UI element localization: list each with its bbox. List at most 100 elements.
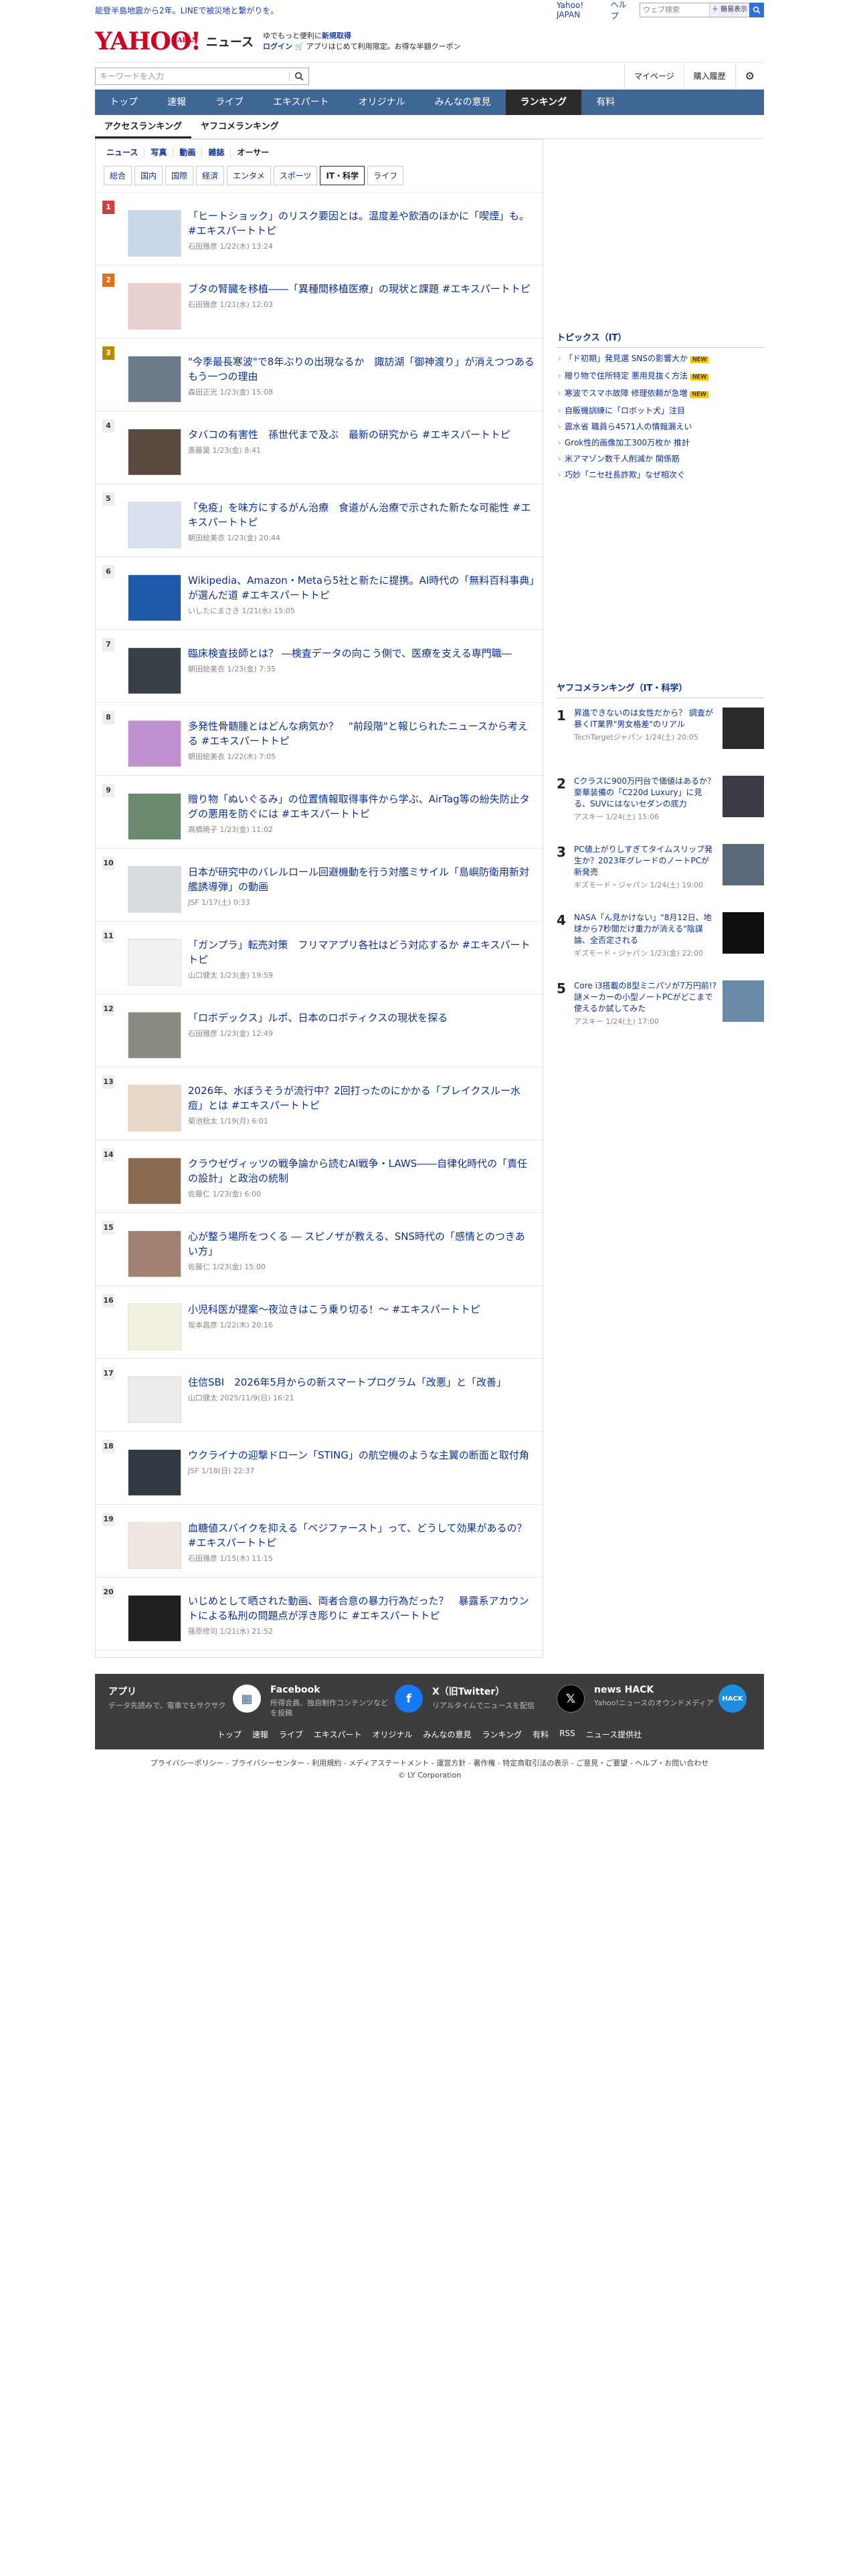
ranking-item[interactable]: 9 贈り物「ぬいぐるみ」の位置情報取得事件から学ぶ、AirTag等の紛失防止タグの…	[96, 776, 543, 849]
comment-ranking-title[interactable]: Core i3搭載の8型ミニパソが7万円前!?謎メーカーの小型ノートPCがどこま…	[574, 980, 717, 1014]
topic-item[interactable]: Grok性的画像加工300万枚か 推計	[557, 435, 764, 451]
yahoo-japan-link[interactable]: Yahoo! JAPAN	[557, 1, 603, 19]
filter-magazine[interactable]: 雑誌	[202, 146, 231, 158]
category-it-science[interactable]: IT・科学	[320, 166, 365, 185]
article-thumbnail[interactable]	[128, 1012, 181, 1059]
article-thumbnail[interactable]	[128, 1522, 181, 1569]
mypage-button[interactable]: マイページ	[624, 63, 684, 89]
top-notice-link[interactable]: 能登半島地震から2年。LINEで被災地と繋がりを。	[95, 5, 278, 16]
settings-button[interactable]: ⚙	[735, 63, 764, 89]
purchase-history-button[interactable]: 購入履歴	[683, 63, 735, 89]
category-sports[interactable]: スポーツ	[273, 166, 318, 185]
comment-ranking-title[interactable]: Cクラスに900万円台で価値はあるか？ 豪華装備の「C220d Luxury」に…	[574, 776, 717, 810]
ranking-item[interactable]: 13 2026年、水ぼうそうが流行中？2回打ったのにかかる「ブレイクスルー水痘」と…	[96, 1067, 543, 1140]
ranking-item[interactable]: 7 臨床検査技師とは？ ―検査データの向こう側で、医療を支える専門職― 朝田絵美衣 …	[96, 630, 543, 703]
footer-link[interactable]: 有料	[533, 1729, 549, 1740]
category-all[interactable]: 総合	[104, 166, 132, 185]
footer-card-x[interactable]: X（旧Twitter） リアルタイムでニュースを配信 𝕏	[432, 1685, 589, 1718]
comment-ranking-thumbnail[interactable]	[723, 776, 764, 817]
ranking-item[interactable]: 3 "今季最長寒波"で8年ぶりの出現なるか 諏訪湖「御神渡り」が消えつつあるもう一…	[96, 338, 543, 411]
help-link[interactable]: ヘルプ	[611, 0, 632, 21]
category-domestic[interactable]: 国内	[134, 166, 163, 185]
filter-video[interactable]: 動画	[173, 146, 203, 158]
topic-item[interactable]: 贈り物で住所特定 悪用見抜く方法NEW	[557, 368, 764, 385]
footer-link[interactable]: トップ	[217, 1729, 242, 1740]
article-title[interactable]: 日本が研究中のバレルロール回避機動を行う対艦ミサイル「島嶼防衛用新対艦誘導弾」の…	[188, 865, 535, 894]
article-thumbnail[interactable]	[128, 1595, 181, 1642]
topic-item[interactable]: 震水省 職員ら4571人の情報漏えい	[557, 419, 764, 435]
article-thumbnail[interactable]	[128, 429, 181, 475]
login-link[interactable]: ログイン	[263, 42, 292, 51]
keyword-search-button[interactable]	[290, 68, 308, 84]
article-title[interactable]: Wikipedia、Amazon・Metaら5社と新たに提携。AI時代の「無料百…	[188, 573, 535, 603]
article-title[interactable]: 臨床検査技師とは？ ―検査データの向こう側で、医療を支える専門職―	[188, 646, 535, 661]
article-thumbnail[interactable]	[128, 647, 181, 694]
footer-link[interactable]: ニュース提供社	[586, 1729, 642, 1740]
article-thumbnail[interactable]	[128, 210, 181, 257]
topic-item[interactable]: 自販機訓練に「ロボット犬」注目	[557, 403, 764, 419]
topic-item[interactable]: 寒波でスマホ故障 修理依頼が急増NEW	[557, 385, 764, 403]
article-title[interactable]: 多発性骨髄腫とはどんな病気か？ "前段階"と報じられたニュースから考える #エキ…	[188, 719, 535, 748]
nav-item-live[interactable]: ライブ	[201, 90, 258, 115]
keyword-search-input[interactable]: キーワードを入力	[96, 70, 289, 82]
ranking-item[interactable]: 14 クラウゼヴィッツの戦争論から読むAI戦争・LAWS――自律化時代の「責任の設…	[96, 1140, 543, 1213]
comment-ranking-title[interactable]: 昇進できないのは女性だから？ 調査が暴くIT業界"男女格差"のリアル	[574, 708, 717, 730]
article-thumbnail[interactable]	[128, 574, 181, 621]
web-search-input[interactable]: ウェブ検索	[640, 3, 709, 17]
web-search-button[interactable]	[749, 3, 764, 17]
article-title[interactable]: 「ヒートショック」のリスク要因とは。温度差や飲酒のほかに「喫煙」も。 #エキスパ…	[188, 209, 535, 238]
topic-item[interactable]: 米アマゾン数千人削減か 関係筋	[557, 451, 764, 467]
comment-ranking-item[interactable]: 3 PC値上がりしすぎてタイムスリップ発生か？2023年グレードのノートPCが新発…	[557, 844, 764, 903]
article-thumbnail[interactable]	[128, 866, 181, 913]
article-title[interactable]: 血糖値スパイクを抑える「ベジファースト」って、どうして効果があるの？ #エキスパ…	[188, 1521, 535, 1550]
comment-ranking-thumbnail[interactable]	[723, 708, 764, 749]
footer-link[interactable]: みんなの意見	[423, 1729, 472, 1740]
ranking-item[interactable]: 5 「免疫」を味方にするがん治療 食道がん治療で示された新たな可能性 #エキスパー…	[96, 484, 543, 557]
article-title[interactable]: ブタの腎臓を移植――「異種間移植医療」の現状と課題 #エキスパートトピ	[188, 282, 535, 296]
article-title[interactable]: 心が整う場所をつくる ― スピノザが教える、SNS時代の「感情とのつきあい方」	[188, 1229, 535, 1259]
nav-item-paid[interactable]: 有料	[581, 90, 630, 115]
footer-link[interactable]: オリジナル	[373, 1729, 413, 1740]
legal-text[interactable]: プライバシーポリシー - プライバシーセンター - 利用規約 - メディアステー…	[95, 1757, 764, 1769]
yahoo-logo[interactable]: YAHOO! JAPAN	[95, 29, 201, 53]
nav-item-top[interactable]: トップ	[95, 90, 153, 115]
ranking-item[interactable]: 17 住信SBI 2026年5月からの新スマートプログラム「改悪」と「改善」 山口健…	[96, 1359, 543, 1432]
article-thumbnail[interactable]	[128, 1158, 181, 1204]
article-thumbnail[interactable]	[128, 1230, 181, 1277]
news-brand-label[interactable]: ニュース	[206, 33, 254, 50]
article-title[interactable]: "今季最長寒波"で8年ぶりの出現なるか 諏訪湖「御神渡り」が消えつつあるもう一つ…	[188, 354, 535, 384]
ranking-item[interactable]: 18 ウクライナの迎撃ドローン「STING」の航空機のような主翼の断面と取付角 JS…	[96, 1432, 543, 1505]
ranking-item[interactable]: 8 多発性骨髄腫とはどんな病気か？ "前段階"と報じられたニュースから考える #エ…	[96, 703, 543, 776]
article-thumbnail[interactable]	[128, 1376, 181, 1423]
footer-card-app[interactable]: アプリ データ先読みで、電車でもサクサク ▦	[108, 1685, 265, 1718]
article-title[interactable]: クラウゼヴィッツの戦争論から読むAI戦争・LAWS――自律化時代の「責任の設計」…	[188, 1156, 535, 1186]
comment-ranking-thumbnail[interactable]	[723, 980, 764, 1022]
category-economy[interactable]: 経済	[196, 166, 225, 185]
article-thumbnail[interactable]	[128, 793, 181, 840]
article-title[interactable]: タバコの有害性 孫世代まで及ぶ 最新の研究から #エキスパートトピ	[188, 427, 535, 442]
nav-item-original[interactable]: オリジナル	[344, 90, 420, 115]
article-thumbnail[interactable]	[128, 502, 181, 548]
article-thumbnail[interactable]	[128, 939, 181, 986]
article-thumbnail[interactable]	[128, 1449, 181, 1496]
article-thumbnail[interactable]	[128, 1303, 181, 1350]
article-thumbnail[interactable]	[128, 283, 181, 330]
ranking-item[interactable]: 15 心が整う場所をつくる ― スピノザが教える、SNS時代の「感情とのつきあい方…	[96, 1213, 543, 1286]
comment-ranking-item[interactable]: 2 Cクラスに900万円台で価値はあるか？ 豪華装備の「C220d Luxury」…	[557, 776, 764, 835]
article-title[interactable]: 2026年、水ぼうそうが流行中？2回打ったのにかかる「ブレイクスルー水痘」とは …	[188, 1083, 535, 1113]
ranking-item[interactable]: 4 タバコの有害性 孫世代まで及ぶ 最新の研究から #エキスパートトピ 斎藤葉 1/…	[96, 411, 543, 484]
footer-link[interactable]: ランキング	[482, 1729, 522, 1740]
ranking-item[interactable]: 2 ブタの腎臓を移植――「異種間移植医療」の現状と課題 #エキスパートトピ 石田雅彦…	[96, 265, 543, 338]
topic-item[interactable]: 巧妙「ニセ社長詐欺」なぜ相次ぐ	[557, 467, 764, 483]
article-title[interactable]: 住信SBI 2026年5月からの新スマートプログラム「改悪」と「改善」	[188, 1375, 535, 1390]
article-thumbnail[interactable]	[128, 356, 181, 403]
footer-link[interactable]: ライブ	[279, 1729, 303, 1740]
comment-ranking-thumbnail[interactable]	[723, 912, 764, 954]
category-entertainment[interactable]: エンタメ	[227, 166, 271, 185]
nav-item-opinions[interactable]: みんなの意見	[420, 90, 506, 115]
ranking-item[interactable]: 1 「ヒートショック」のリスク要因とは。温度差や飲酒のほかに「喫煙」も。 #エキス…	[96, 193, 543, 265]
comment-ranking-title[interactable]: PC値上がりしすぎてタイムスリップ発生か？2023年グレードのノートPCが新発売	[574, 844, 717, 878]
nav-item-ranking[interactable]: ランキング	[505, 90, 582, 115]
ranking-item[interactable]: 16 小児科医が提案〜夜泣きはこう乗り切る！〜 #エキスパートトピ 坂本昌彦 1/2…	[96, 1286, 543, 1359]
ranking-item[interactable]: 10 日本が研究中のバレルロール回避機動を行う対艦ミサイル「島嶼防衛用新対艦誘導弾…	[96, 849, 543, 922]
